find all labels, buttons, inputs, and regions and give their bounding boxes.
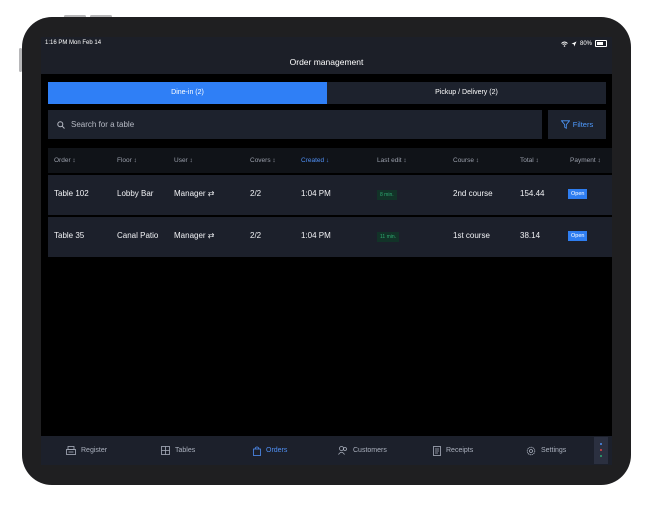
status-icons: 80% <box>561 40 607 47</box>
gear-icon <box>526 446 536 455</box>
total-cell: 154.44 <box>520 189 545 198</box>
status-bar: 1:16 PM Mon Feb 14 80% <box>41 37 612 50</box>
page-title: Order management <box>41 50 612 74</box>
column-header-created[interactable]: Created ↓ <box>301 157 329 164</box>
tab-register-label: Register <box>81 447 108 454</box>
dot-indicator <box>600 449 602 451</box>
filter-icon <box>560 120 570 129</box>
created-cell: 1:04 PM <box>301 231 331 240</box>
tab-register[interactable]: Register <box>66 436 107 465</box>
dot-indicator <box>600 455 602 457</box>
course-cell: 1st course <box>453 231 490 240</box>
customers-icon <box>338 446 347 455</box>
search-icon <box>57 120 65 129</box>
column-header-total[interactable]: Total ↕ <box>520 157 539 164</box>
bottom-tab-bar: Register Tables Orders Customers Receipt… <box>41 436 612 465</box>
tab-receipts-label: Receipts <box>446 447 474 454</box>
order-cell: Table 102 <box>54 189 89 198</box>
column-header-payment[interactable]: Payment ↕ <box>570 157 601 164</box>
order-type-segmented-control: Dine-in (2) Pickup / Delivery (2) <box>48 82 606 104</box>
order-cell: Table 35 <box>54 231 85 240</box>
created-cell: 1:04 PM <box>301 189 331 198</box>
filters-label: Filters <box>572 120 594 129</box>
tables-icon <box>161 446 170 455</box>
course-cell: 2nd course <box>453 189 493 198</box>
column-header-order[interactable]: Order ↕ <box>54 157 76 164</box>
tab-dine-in[interactable]: Dine-in (2) <box>48 82 327 104</box>
column-header-user[interactable]: User ↕ <box>174 157 193 164</box>
battery-icon <box>595 40 607 47</box>
covers-cell: 2/2 <box>250 189 262 198</box>
covers-cell: 2/2 <box>250 231 262 240</box>
payment-status-badge: Open <box>568 231 588 241</box>
tab-receipts[interactable]: Receipts <box>433 436 473 465</box>
tab-settings[interactable]: Settings <box>526 436 566 465</box>
table-header: Order ↕ Floor ↕ User ↕ Covers ↕ Created … <box>48 148 612 173</box>
floor-cell: Canal Patio <box>117 231 159 240</box>
column-header-course[interactable]: Course ↕ <box>453 157 479 164</box>
column-header-covers[interactable]: Covers ↕ <box>250 157 276 164</box>
column-header-last-edit[interactable]: Last edit ↕ <box>377 157 407 164</box>
last-edit-badge: 8 min. <box>377 190 397 200</box>
status-time: 1:16 PM Mon Feb 14 <box>45 40 102 46</box>
last-edit-badge: 11 min. <box>377 232 400 242</box>
user-cell[interactable]: Manager ⇄ <box>174 231 215 240</box>
table-row[interactable]: Table 102 Lobby Bar Manager ⇄ 2/2 1:04 P… <box>48 175 612 215</box>
tab-tables[interactable]: Tables <box>161 436 195 465</box>
battery-percent: 80% <box>579 40 592 47</box>
tab-pickup-delivery[interactable]: Pickup / Delivery (2) <box>327 82 606 104</box>
location-arrow-icon <box>571 41 577 46</box>
column-header-floor[interactable]: Floor ↕ <box>117 157 137 164</box>
tab-settings-label: Settings <box>541 447 567 454</box>
search-input[interactable]: Search for a table <box>48 110 542 139</box>
tab-tables-label: Tables <box>175 447 196 454</box>
shopping-bag-icon <box>253 445 261 456</box>
tab-customers[interactable]: Customers <box>338 436 387 465</box>
total-cell: 38.14 <box>520 231 541 240</box>
floor-cell: Lobby Bar <box>117 189 154 198</box>
tab-orders-label: Orders <box>266 447 288 454</box>
table-row[interactable]: Table 35 Canal Patio Manager ⇄ 2/2 1:04 … <box>48 217 612 257</box>
tab-customers-label: Customers <box>353 447 387 454</box>
dot-indicator <box>600 443 602 445</box>
register-icon <box>66 446 76 455</box>
user-cell[interactable]: Manager ⇄ <box>174 189 215 198</box>
tab-orders[interactable]: Orders <box>253 436 287 465</box>
search-placeholder: Search for a table <box>71 120 135 129</box>
filters-button[interactable]: Filters <box>548 110 606 139</box>
more-menu-button[interactable] <box>594 437 608 464</box>
wifi-icon <box>561 41 568 47</box>
receipt-icon <box>433 445 441 456</box>
payment-status-badge: Open <box>568 189 588 199</box>
screen: 1:16 PM Mon Feb 14 80% Order management … <box>41 37 612 465</box>
